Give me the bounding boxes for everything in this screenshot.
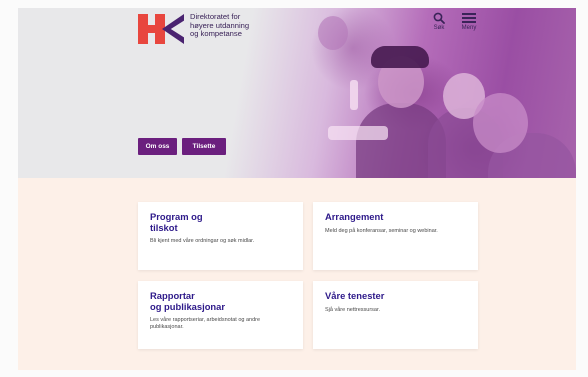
about-us-button[interactable]: Om oss	[138, 138, 177, 155]
menu-label: Meny	[461, 25, 477, 31]
menu-icon	[462, 13, 476, 23]
logo-text: Direktoratet for høyere utdanning og kom…	[190, 12, 249, 39]
card-program-and-grants[interactable]: Program og tilskot Bli kjent med våre or…	[138, 202, 303, 270]
quick-links-section: Program og tilskot Bli kjent med våre or…	[18, 178, 576, 370]
card-our-services[interactable]: Våre tenester Sjå våre nettressursar.	[313, 281, 478, 349]
hero-photo-figure	[350, 80, 358, 110]
menu-button[interactable]: Meny	[452, 12, 486, 31]
card-description: Bli kjent med våre ordningar og søk midl…	[150, 238, 255, 244]
hero-photo-figure	[473, 93, 528, 153]
search-icon	[433, 12, 445, 24]
card-reports-and-publications[interactable]: Rapportar og publikasjonar Les våre rapp…	[138, 281, 303, 349]
card-title: Arrangement	[325, 211, 466, 223]
card-description: Meld deg på konferansar, seminar og webi…	[325, 227, 438, 234]
logo-line: og kompetanse	[190, 29, 242, 39]
card-title-line: Program og	[150, 211, 203, 222]
search-button[interactable]: Søk	[422, 12, 456, 31]
card-title-line: Arrangement	[325, 211, 384, 222]
hero-photo-figure	[371, 46, 429, 68]
card-events[interactable]: Arrangement Meld deg på konferansar, sem…	[313, 202, 478, 270]
hero-banner: Direktoratet for høyere utdanning og kom…	[18, 8, 576, 178]
employees-button[interactable]: Tilsette	[182, 138, 226, 155]
site-logo[interactable]: Direktoratet for høyere utdanning og kom…	[138, 12, 308, 46]
card-title-line: Våre tenester	[325, 290, 385, 301]
card-description: Les våre rapportseriar, arbeidsnotat og …	[150, 317, 261, 331]
card-description: Sjå våre nettressursar.	[325, 306, 381, 313]
hkdir-logo-icon	[138, 14, 184, 44]
card-title-line: tilskot	[150, 221, 178, 233]
hero-photo-figure	[318, 16, 348, 50]
search-label: Søk	[433, 25, 445, 31]
card-title-line: Rapportar	[150, 290, 195, 301]
card-title-line: og publikasjonar	[150, 300, 226, 312]
card-title: Program og tilskot	[150, 211, 291, 233]
hero-photo-figure	[328, 126, 388, 140]
card-title: Våre tenester	[325, 290, 466, 302]
page: Direktoratet for høyere utdanning og kom…	[0, 0, 588, 377]
card-title: Rapportar og publikasjonar	[150, 290, 291, 312]
